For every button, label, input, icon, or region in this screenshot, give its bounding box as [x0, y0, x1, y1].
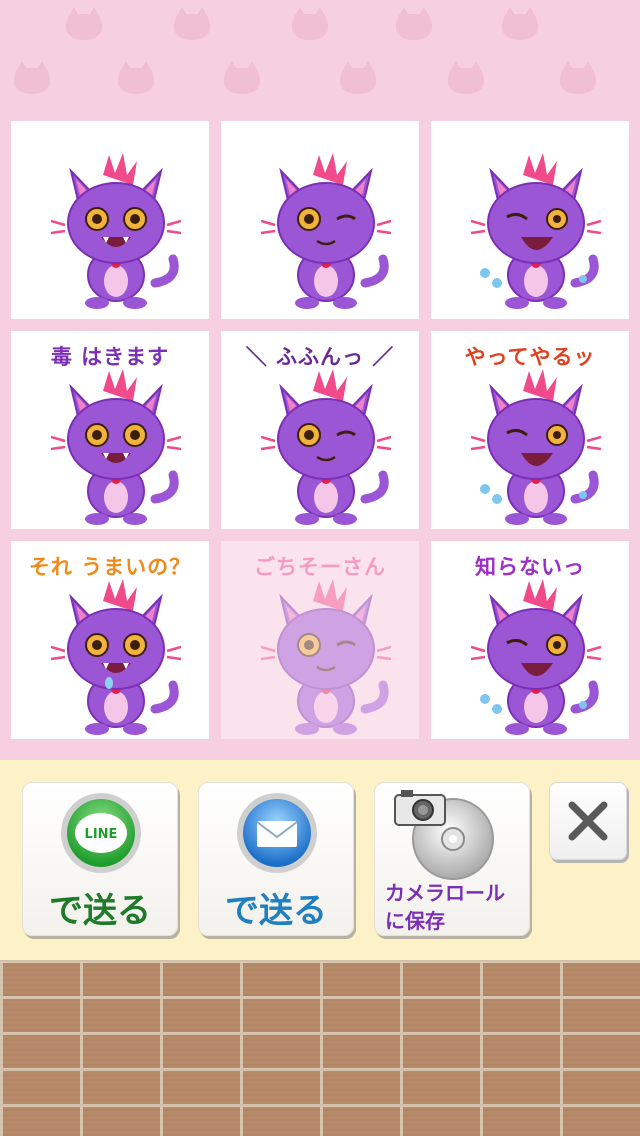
- camera-roll-label-line1: カメラロール: [385, 881, 505, 905]
- cat-sticker-image: [470, 577, 602, 737]
- sticker-cell[interactable]: 毒 はきます: [11, 331, 209, 529]
- sticker-cell[interactable]: それ うまいの？: [11, 541, 209, 739]
- camera-roll-label-line2: に保存: [385, 909, 445, 933]
- action-panel: LINE で送る で送る カメラロール に保存: [0, 760, 640, 960]
- close-icon: [568, 801, 608, 841]
- cat-sticker-image: [470, 367, 602, 527]
- camera-disc-icon: [394, 790, 494, 880]
- send-via-mail-button[interactable]: で送る: [198, 782, 354, 936]
- sticker-cell[interactable]: やってやるッ: [431, 331, 629, 529]
- svg-text:LINE: LINE: [85, 827, 118, 842]
- save-to-camera-roll-button[interactable]: カメラロール に保存: [374, 782, 530, 936]
- cat-sticker-image: [50, 367, 182, 527]
- send-via-line-button[interactable]: LINE で送る: [22, 782, 178, 936]
- brick-wall-background: [0, 960, 640, 1136]
- cat-sticker-image: [260, 151, 392, 311]
- sticker-cell[interactable]: [221, 121, 419, 319]
- sticker-cell[interactable]: 知らないっ: [431, 541, 629, 739]
- sticker-cell[interactable]: ごちそーさん: [221, 541, 419, 739]
- cat-sticker-image: [470, 151, 602, 311]
- cat-sticker-image: [260, 367, 392, 527]
- mail-icon: [237, 793, 317, 873]
- line-button-label: で送る: [49, 891, 151, 931]
- close-button[interactable]: [549, 782, 627, 860]
- cat-sticker-image: [50, 577, 182, 737]
- sticker-grid: 毒 はきます ＼ ふふんっ ／ やってやるッ それ うまいの？ ごちそーさん 知…: [11, 121, 629, 741]
- sticker-cell[interactable]: [11, 121, 209, 319]
- line-icon: LINE: [61, 793, 141, 873]
- cat-sticker-image: [260, 577, 392, 737]
- sticker-cell[interactable]: [431, 121, 629, 319]
- sticker-cell[interactable]: ＼ ふふんっ ／: [221, 331, 419, 529]
- cat-sticker-image: [50, 151, 182, 311]
- mail-button-label: で送る: [225, 891, 327, 931]
